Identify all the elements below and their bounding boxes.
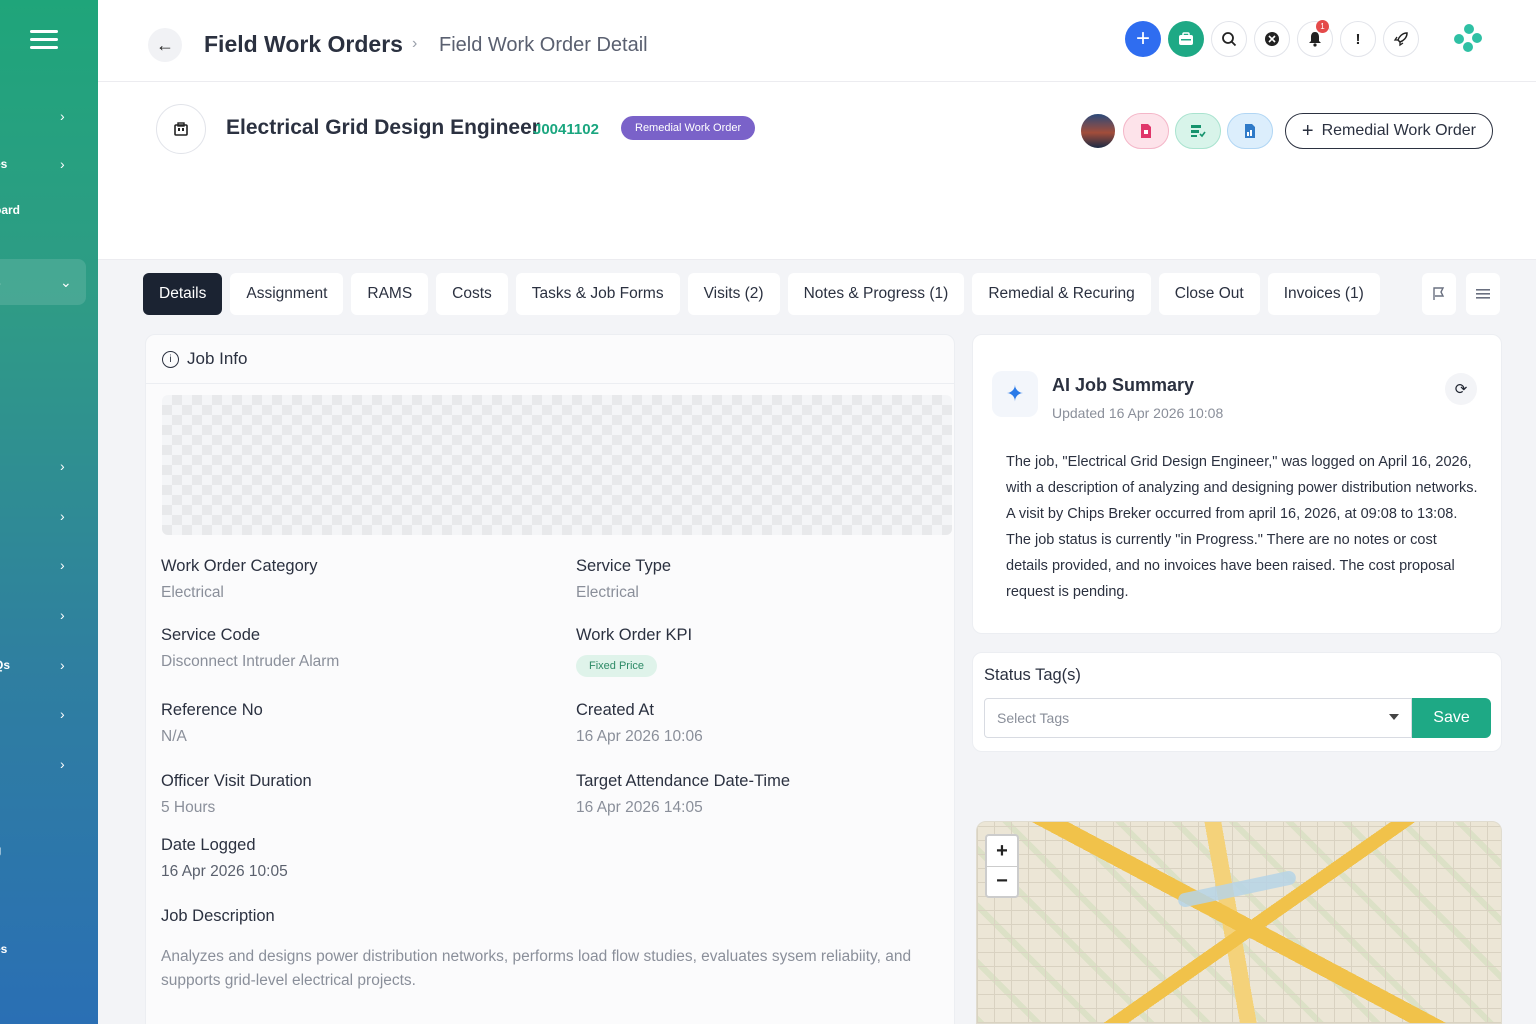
field-created-at: Created At 16 Apr 2026 10:06 [576,701,703,745]
breadcrumb-current: Field Work Order Detail [439,34,648,56]
sidebar-item-7[interactable]: /› [0,498,98,534]
list-check-icon[interactable] [1174,113,1221,149]
chevron-right-icon: › [60,756,65,772]
notification-count-badge: 1 [1316,20,1329,33]
kpi-badge: Fixed Price [576,655,658,677]
job-description-text: Analyzes and designs power distribution … [161,948,912,989]
sidebar-item-5[interactable] [0,328,98,364]
sidebar-item-faqs[interactable]: Qs› [0,647,98,683]
sidebar-item-6[interactable]: › [0,448,98,484]
field-job-description-label: Job Description [161,907,275,925]
chevron-down-icon: ⌄ [60,273,72,290]
info-icon: i [162,350,179,368]
chevron-right-icon: › [60,557,65,573]
tab-assignment[interactable]: Assignment [230,273,344,315]
field-service-type: Service Type Electrical [576,557,672,601]
tab-remedial-recurring[interactable]: Remedial & Recuring [972,273,1151,315]
tab-visits[interactable]: Visits (2) [687,273,780,315]
avatar[interactable] [1078,112,1117,150]
search-icon[interactable] [1211,21,1247,57]
top-bar: ← Field Work Orders › Field Work Order D… [98,0,1536,82]
tags-select[interactable]: Select Tags [984,698,1412,738]
close-circle-icon[interactable] [1254,21,1290,57]
ai-job-summary-card: ✦ AI Job Summary Updated 16 Apr 2026 10:… [972,334,1502,634]
sparkle-icon: ✦ [992,371,1038,417]
job-header: Electrical Grid Design Engineer J0041102… [98,82,1536,260]
logo-icon[interactable] [1454,24,1484,54]
job-code: J0041102 [533,121,599,138]
sidebar-item-14[interactable]: es [0,931,98,967]
tab-notes-progress[interactable]: Notes & Progress (1) [787,273,965,315]
job-image-placeholder [162,395,952,535]
sidebar: › es› oard s⌄ › /› › › Qs› › › g es [0,0,98,1024]
chevron-right-icon: › [60,607,65,623]
job-header-actions: + Remedial Work Order [1078,112,1493,150]
add-remedial-work-order-button[interactable]: + Remedial Work Order [1284,113,1493,149]
chevron-right-icon: › [60,706,65,722]
chevron-right-icon: › [60,657,65,673]
breadcrumb-separator-icon: › [412,35,418,52]
header-actions: + 1 ! [1125,20,1484,57]
sidebar-item-13[interactable]: g [0,832,98,868]
job-info-heading: i Job Info [162,349,248,369]
document-icon[interactable] [1122,113,1169,149]
work-orders-icon[interactable] [1168,21,1204,57]
list-menu-icon[interactable] [1466,273,1500,315]
status-tags-card: Status Tag(s) Select Tags Save [972,652,1502,752]
map-river [1176,869,1298,909]
sidebar-item-12[interactable]: › [0,746,98,782]
plus-icon: + [1301,119,1314,142]
tab-close-out[interactable]: Close Out [1158,273,1260,315]
sidebar-item-active[interactable]: s⌄ [0,259,86,305]
alert-icon[interactable]: ! [1340,21,1376,57]
tab-costs[interactable]: Costs [436,273,508,315]
tab-invoices[interactable]: Invoices (1) [1267,273,1380,315]
rocket-icon[interactable] [1383,21,1419,57]
file-chart-icon[interactable] [1226,113,1273,149]
map-zoom-control: + − [985,834,1019,898]
building-icon [156,104,206,154]
divider [146,383,954,384]
add-icon[interactable]: + [1125,21,1161,57]
caret-down-icon [1389,714,1399,720]
sidebar-item-2[interactable]: es› [0,146,98,182]
field-date-logged: Date Logged 16 Apr 2026 10:05 [161,836,288,880]
chevron-right-icon: › [60,108,65,124]
work-order-type-badge: Remedial Work Order [621,116,756,140]
sidebar-item-1[interactable]: › [0,98,98,134]
ai-summary-updated: Updated 16 Apr 2026 10:08 [1052,405,1224,421]
ai-summary-text: The job, "Electrical Grid Design Enginee… [1006,454,1478,600]
job-info-card: i Job Info Work Order Category Electrica… [145,334,955,1024]
sidebar-item-dashboard[interactable]: oard [0,192,98,228]
field-officer-visit-duration: Officer Visit Duration 5 Hours [161,772,312,816]
chevron-right-icon: › [60,458,65,474]
field-reference-no: Reference No N/A [161,701,263,745]
menu-toggle-icon[interactable] [30,30,58,56]
zoom-out-button[interactable]: − [987,866,1017,896]
field-work-order-kpi: Work Order KPI Fixed Price [576,626,692,677]
field-target-attendance: Target Attendance Date-Time 16 Apr 2026 … [576,772,791,816]
sidebar-item-11[interactable]: › [0,696,98,732]
chevron-right-icon: › [60,156,65,172]
sidebar-item-8[interactable]: › [0,547,98,583]
ai-summary-title: AI Job Summary [1052,375,1195,395]
tab-rams[interactable]: RAMS [351,273,429,315]
flag-icon[interactable] [1422,273,1456,315]
bell-icon[interactable]: 1 [1297,20,1333,57]
zoom-in-button[interactable]: + [987,836,1017,866]
detail-tabs: Details Assignment RAMS Costs Tasks & Jo… [143,273,1380,315]
location-map[interactable]: + − [976,821,1502,1024]
tab-tasks-job-forms[interactable]: Tasks & Job Forms [515,273,680,315]
save-tags-button[interactable]: Save [1412,698,1491,738]
chevron-right-icon: › [60,508,65,524]
refresh-icon[interactable]: ⟳ [1445,373,1477,405]
tab-details[interactable]: Details [143,273,223,315]
job-title: Electrical Grid Design Engineer [226,116,540,139]
field-service-code: Service Code Disconnect Intruder Alarm [161,626,340,670]
back-arrow-icon[interactable]: ← [148,28,182,62]
status-tags-label: Status Tag(s) [984,666,1081,684]
breadcrumb-root[interactable]: Field Work Orders [204,31,403,58]
field-work-order-category: Work Order Category Electrical [161,557,318,601]
sidebar-item-9[interactable]: › [0,597,98,633]
